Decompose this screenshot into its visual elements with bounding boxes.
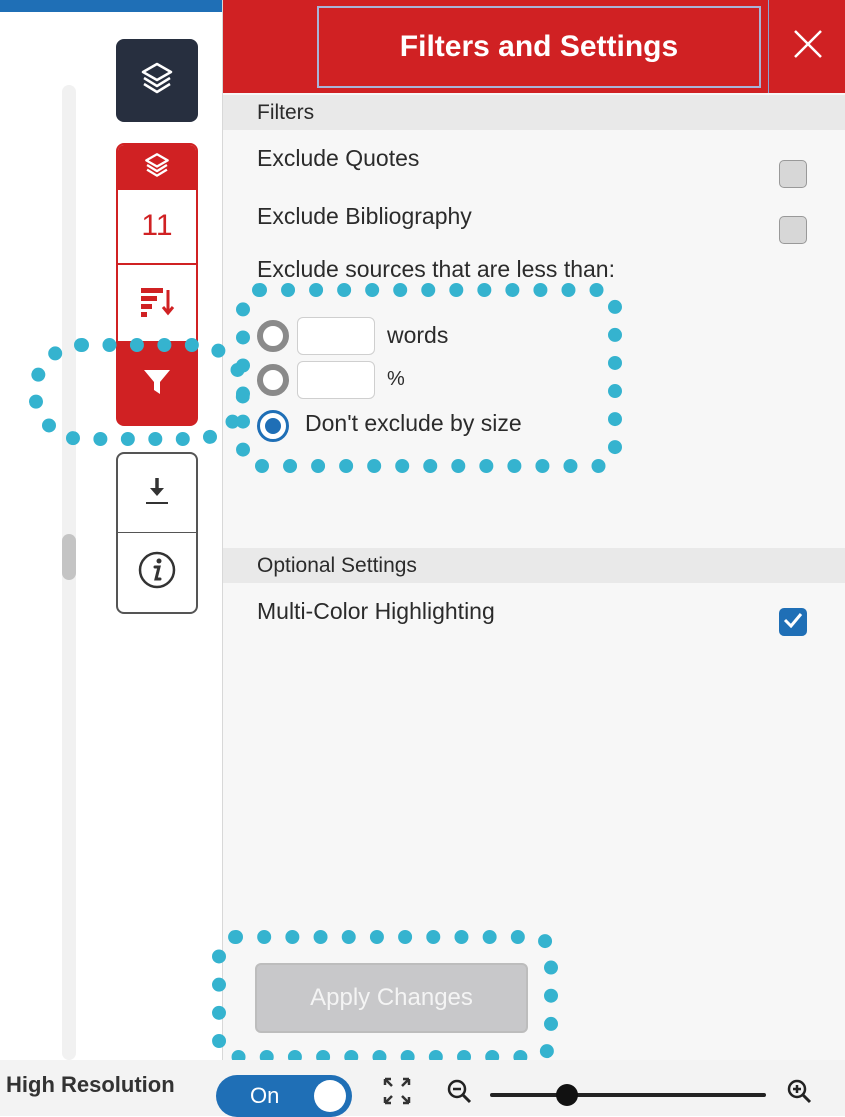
close-icon — [791, 27, 825, 66]
percent-unit-label: % — [387, 368, 405, 390]
panel-header: Filters and Settings — [223, 0, 845, 93]
percent-input[interactable] — [297, 361, 375, 399]
zoom-in-button[interactable] — [784, 1078, 814, 1108]
toggle-knob — [314, 1080, 346, 1112]
match-overview-group: 11 — [116, 143, 198, 343]
exclude-bibliography-label: Exclude Bibliography — [257, 203, 472, 229]
all-sources-button[interactable] — [118, 265, 196, 341]
fullscreen-button[interactable] — [380, 1076, 414, 1110]
exclude-quotes-label: Exclude Quotes — [257, 145, 420, 171]
apply-changes-button[interactable]: Apply Changes — [255, 963, 528, 1033]
sort-list-icon — [139, 284, 175, 323]
expand-icon — [382, 1076, 412, 1111]
zoom-out-icon — [446, 1078, 472, 1109]
words-radio[interactable] — [257, 320, 289, 352]
match-count[interactable]: 11 — [118, 190, 196, 266]
download-icon — [140, 474, 174, 513]
exclude-bibliography-checkbox[interactable] — [779, 216, 807, 244]
layers-icon — [140, 61, 174, 100]
high-resolution-toggle[interactable]: On — [216, 1075, 352, 1117]
multi-color-label: Multi-Color Highlighting — [257, 598, 495, 624]
words-input[interactable] — [297, 317, 375, 355]
panel-title: Filters and Settings — [399, 30, 679, 63]
percent-radio[interactable] — [257, 364, 289, 396]
optional-settings-header: Optional Settings — [223, 548, 845, 583]
filter-icon — [143, 368, 171, 401]
toggle-state-text: On — [250, 1083, 280, 1108]
filter-settings-button[interactable] — [116, 343, 198, 426]
filters-section-title: Filters — [257, 101, 315, 124]
zoom-in-icon — [786, 1078, 812, 1109]
info-icon — [137, 550, 177, 595]
layers-icon — [144, 152, 170, 183]
words-unit-label: words — [387, 322, 449, 348]
multi-color-checkbox[interactable] — [779, 608, 807, 636]
exclude-quotes-checkbox[interactable] — [779, 160, 807, 188]
close-button[interactable] — [768, 0, 845, 93]
info-button[interactable] — [116, 532, 198, 614]
exclude-sources-label: Exclude sources that are less than: — [257, 256, 615, 282]
download-button[interactable] — [116, 452, 198, 534]
match-overview-button[interactable] — [118, 145, 196, 190]
layers-button[interactable] — [116, 39, 198, 122]
panel-title-box: Filters and Settings — [317, 6, 761, 88]
scrollbar-thumb[interactable] — [62, 534, 76, 580]
filters-settings-panel: Filters and Settings Filters Exclude Quo… — [222, 0, 845, 1060]
dont-exclude-radio[interactable] — [257, 410, 289, 442]
top-accent-line — [0, 0, 222, 12]
optional-settings-title: Optional Settings — [257, 554, 417, 577]
zoom-out-button[interactable] — [444, 1078, 474, 1108]
dont-exclude-label: Don't exclude by size — [305, 410, 522, 436]
zoom-slider-track[interactable] — [490, 1093, 766, 1097]
checkmark-icon — [783, 612, 803, 633]
high-resolution-label: High Resolution — [6, 1072, 175, 1097]
filters-section-header: Filters — [223, 95, 845, 130]
